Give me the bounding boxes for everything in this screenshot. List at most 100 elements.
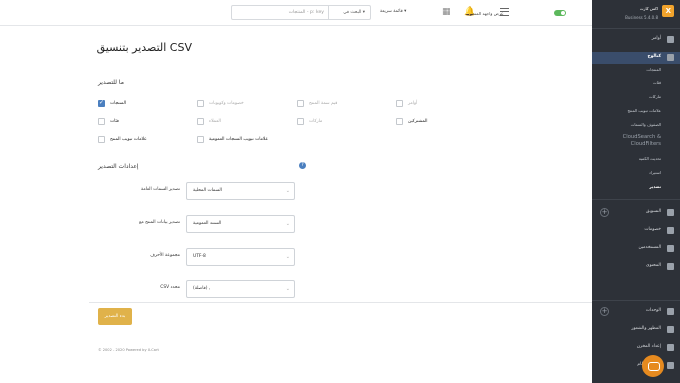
sidebar-item-store-setup[interactable]: إعداد المخزن <box>592 342 680 354</box>
select-value: الستند العمومية <box>193 221 222 226</box>
export-checkbox[interactable] <box>98 99 105 107</box>
sidebar-sub-cloudsearch[interactable]: CloudSearch & CloudFilters <box>592 133 680 153</box>
export-checkbox[interactable] <box>396 100 403 107</box>
storefront-label: عرض واجهة المتجر <box>470 11 504 16</box>
sidebar-sub-categories[interactable]: فئات <box>592 79 680 89</box>
export-checkbox[interactable] <box>297 118 304 125</box>
sidebar-item-label: المحتوى <box>646 263 661 268</box>
sidebar-sub-label: تصدير <box>649 184 661 189</box>
sidebar-sub-label: ماركات <box>648 94 661 99</box>
export-checkbox[interactable] <box>197 100 204 107</box>
sidebar-item-addons[interactable]: الوحدات + <box>592 306 680 318</box>
sidebar-item-users[interactable]: المستخدمين <box>592 243 680 255</box>
sidebar-item-label: خصومات <box>644 227 661 232</box>
sidebar-sub-label: CloudSearch & CloudFilters <box>622 134 661 147</box>
brand[interactable]: X اکس کارت Business 5.4.0.8 <box>594 5 674 23</box>
sidebar-item-content[interactable]: المحتوى <box>592 261 680 273</box>
delimiter-select[interactable]: (فاصلة) , ⌄ <box>186 280 295 298</box>
sidebar-item-label: التسويق <box>646 209 661 214</box>
store-setup-icon <box>667 344 674 351</box>
attrs-select[interactable]: السمات المحلية ⌄ <box>186 182 295 200</box>
sidebar-divider <box>592 199 680 200</box>
orders-icon <box>667 36 674 43</box>
logo-glyph: X <box>665 7 671 15</box>
export-checkbox[interactable] <box>197 118 204 125</box>
export-checkbox[interactable] <box>98 136 105 143</box>
sidebar-sub-brands[interactable]: ماركات <box>592 93 680 103</box>
sidebar-item-label: أوامر <box>651 36 661 41</box>
sidebar-item-label: الوحدات <box>645 308 661 313</box>
export-checkbox-label[interactable]: ماركات <box>309 119 322 124</box>
select-value: (فاصلة) , <box>193 286 211 291</box>
export-checkbox-label[interactable]: علامات تبويب المنتج <box>110 137 147 142</box>
export-settings-title: إعدادات التصدير <box>98 163 139 170</box>
chat-icon[interactable] <box>642 355 664 377</box>
sidebar-divider <box>592 28 680 29</box>
chevron-down-icon: ⌄ <box>285 188 290 194</box>
sidebar-item-label: كتالوج <box>647 54 661 59</box>
brand-name: اکس کارت <box>639 6 658 11</box>
sidebar-item-system[interactable]: أدوات النظام <box>592 360 680 372</box>
sidebar-item-label: المظهر والشعور <box>631 326 661 331</box>
grid-icon[interactable]: ▦ <box>442 7 451 17</box>
search-input[interactable]: المنتجات - p: key <box>289 6 324 19</box>
select-value: UTF-8 <box>193 254 206 259</box>
chevron-down-icon: ⌄ <box>285 254 290 260</box>
addons-icon <box>667 308 674 315</box>
export-checkbox[interactable] <box>98 118 105 125</box>
form-label: مجموعة الأحرف <box>150 253 180 258</box>
design-icon <box>667 326 674 333</box>
quick-menu[interactable]: قائمة سريعة ▾ <box>380 9 406 14</box>
sidebar-sub-import[interactable]: استيراد <box>592 169 680 179</box>
export-checkbox-label[interactable]: المشتركين <box>408 119 428 124</box>
sidebar-sub-classes[interactable]: الصفوف والسمات <box>592 121 680 131</box>
export-checkbox-label[interactable]: علامات تبويب المنتجات العمومية <box>209 137 268 142</box>
sidebar-sub-label: علامات تبويب المنتج <box>627 108 661 113</box>
export-checkbox[interactable] <box>197 136 204 143</box>
content-icon <box>667 263 674 270</box>
catalog-icon <box>667 54 674 61</box>
sidebar-item-label: إعداد المخزن <box>636 344 661 349</box>
export-checkbox-label[interactable]: فئات <box>110 119 119 124</box>
export-checkbox[interactable] <box>396 118 403 125</box>
footer-divider <box>89 302 592 303</box>
sidebar-item-marketing[interactable]: التسويق + <box>592 207 680 219</box>
sidebar-item-design[interactable]: المظهر والشعور <box>592 324 680 336</box>
export-checkbox-label[interactable]: قيم سمة المنتج <box>309 101 337 106</box>
form-label: CSV محدد <box>160 285 180 290</box>
users-icon <box>667 245 674 252</box>
sidebar-sub-products[interactable]: المنتجات <box>592 66 680 76</box>
search-box[interactable]: البحث في ▾ المنتجات - p: key <box>231 5 371 20</box>
brand-version: Business 5.4.0.8 <box>625 15 658 20</box>
sidebar: X اکس کارت Business 5.4.0.8 أوامر كتالوج… <box>592 0 680 383</box>
export-checkbox-label[interactable]: المنتجات <box>110 101 126 106</box>
chevron-down-icon: ⌄ <box>285 221 290 227</box>
sidebar-sub-product-tabs[interactable]: علامات تبويب المنتج <box>592 107 680 117</box>
export-checkbox-label[interactable]: أوامر <box>408 101 417 106</box>
help-icon[interactable]: ? <box>299 162 306 169</box>
sidebar-sub-label: الصفوف والسمات <box>630 122 661 127</box>
plus-icon[interactable]: + <box>600 208 609 217</box>
charset-select[interactable]: UTF-8 ⌄ <box>186 248 295 266</box>
form-label: تصدير السمات العامة <box>141 187 180 192</box>
start-export-button[interactable]: بدء التصدير <box>98 308 132 325</box>
system-icon <box>667 362 674 369</box>
sidebar-sub-update-quantity[interactable]: تحديث الكمية <box>592 155 680 165</box>
sidebar-item-catalog[interactable]: كتالوج <box>592 52 680 64</box>
sidebar-item-discounts[interactable]: خصومات <box>592 225 680 237</box>
sidebar-sub-export[interactable]: تصدير <box>592 183 680 193</box>
export-checkbox-label[interactable]: خصومات وكوبونات <box>209 101 244 106</box>
sidebar-divider <box>592 300 680 301</box>
export-checkbox-label[interactable]: العملاء <box>209 119 221 124</box>
search-scope-select[interactable]: البحث في ▾ <box>328 6 368 19</box>
what-to-export-title: ما للتصدير <box>98 79 124 86</box>
main-content: التصدير بتنسيق CSV ما للتصدير المنتجات خص… <box>0 27 592 383</box>
sidebar-sub-label: تحديث الكمية <box>638 156 661 161</box>
discounts-icon <box>667 227 674 234</box>
sidebar-item-orders[interactable]: أوامر <box>592 34 680 46</box>
export-with-select[interactable]: الستند العمومية ⌄ <box>186 215 295 233</box>
logo-icon: X <box>662 5 674 17</box>
plus-icon[interactable]: + <box>600 307 609 316</box>
storefront-toggle[interactable] <box>554 10 566 16</box>
export-checkbox[interactable] <box>297 100 304 107</box>
